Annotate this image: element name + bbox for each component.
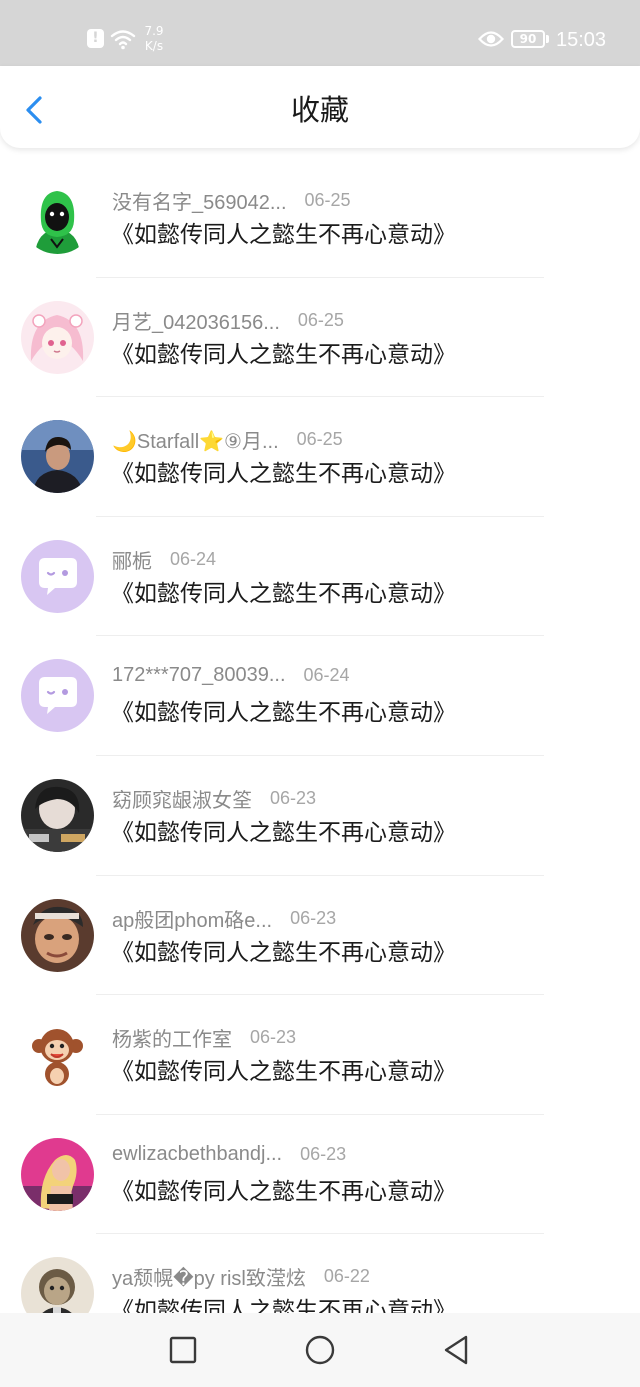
item-meta: 没有名字_569042... 06-25 <box>112 186 351 214</box>
author-name: 杨紫的工作室 <box>112 1029 232 1052</box>
recents-square-icon[interactable] <box>166 1333 200 1367</box>
home-circle-icon[interactable] <box>303 1333 337 1367</box>
monkey-avatar[interactable] <box>21 1018 94 1092</box>
item-meta: 郦栀 06-24 <box>112 545 217 573</box>
net-speed: 7.9 K/s <box>142 24 166 54</box>
list-item[interactable]: 杨紫的工作室 06-23 《如懿传同人之懿生不再心意动》 <box>0 995 640 1115</box>
author-name: 窈顾窕龈淑女筌 <box>112 789 252 812</box>
list-item[interactable]: 🌙Starfall⭐⑨月... 06-25 《如懿传同人之懿生不再心意动》 <box>0 397 640 517</box>
item-meta: 窈顾窕龈淑女筌 06-23 <box>112 784 317 812</box>
item-meta: 月艺_042036156... 06-25 <box>112 306 344 334</box>
system-nav-bar <box>0 1313 640 1387</box>
item-meta: 杨紫的工作室 06-23 <box>112 1023 297 1052</box>
item-meta: ya颓幌�py risl致滢炫 06-22 <box>112 1262 370 1291</box>
green-hood-avatar[interactable] <box>21 181 94 254</box>
back-triangle-icon[interactable] <box>439 1333 473 1367</box>
item-date: 06-25 <box>297 309 344 330</box>
battery-icon: 90 <box>511 30 545 48</box>
page-title: 收藏 <box>290 93 349 127</box>
list-item[interactable]: 月艺_042036156... 06-25 《如懿传同人之懿生不再心意动》 <box>0 278 640 398</box>
author-name: 没有名字_569042... <box>112 192 287 214</box>
item-date: 06-25 <box>296 429 343 450</box>
author-name: 🌙Starfall⭐⑨月... <box>112 431 279 454</box>
item-title: 《如懿传同人之懿生不再心意动》 <box>111 1298 456 1313</box>
item-meta: 172***707_80039... 06-24 <box>112 664 350 690</box>
list-item[interactable]: ap般团phom硌e... 06-23 《如懿传同人之懿生不再心意动》 <box>0 876 640 996</box>
net-speed-value: 7.9 <box>144 24 164 38</box>
item-meta: ewlizacbethbandj... 06-23 <box>112 1143 346 1169</box>
author-name: 172***707_80039... <box>112 664 286 687</box>
alert-icon: ! <box>87 29 104 48</box>
battery-tip <box>546 35 549 43</box>
list-item[interactable]: 郦栀 06-24 《如懿传同人之懿生不再心意动》 <box>0 517 640 637</box>
item-title: 《如懿传同人之懿生不再心意动》 <box>111 700 456 727</box>
photo-elder-avatar[interactable] <box>21 898 94 972</box>
author-name: ya颓幌�py risl致滢炫 <box>112 1268 306 1291</box>
item-title: 《如懿传同人之懿生不再心意动》 <box>111 580 456 607</box>
list-item[interactable]: ya颓幌�py risl致滢炫 06-22 《如懿传同人之懿生不再心意动》 <box>0 1234 640 1313</box>
item-date: 06-23 <box>270 787 317 808</box>
photo-girl-avatar[interactable] <box>21 778 94 852</box>
item-title: 《如懿传同人之懿生不再心意动》 <box>111 461 456 488</box>
eye-icon <box>478 31 504 47</box>
item-title: 《如懿传同人之懿生不再心意动》 <box>111 341 456 368</box>
item-date: 06-23 <box>250 1027 297 1048</box>
author-name: 月艺_042036156... <box>112 311 280 334</box>
item-date: 06-24 <box>303 665 350 686</box>
item-date: 06-22 <box>323 1266 370 1287</box>
list-item[interactable]: 窈顾窕龈淑女筌 06-23 《如懿传同人之懿生不再心意动》 <box>0 756 640 876</box>
list-item[interactable]: 没有名字_569042... 06-25 《如懿传同人之懿生不再心意动》 <box>0 158 640 278</box>
item-date: 06-23 <box>300 1143 347 1164</box>
photo-blonde-avatar[interactable] <box>21 1137 94 1211</box>
item-date: 06-23 <box>290 907 337 928</box>
list-item[interactable]: 172***707_80039... 06-24 《如懿传同人之懿生不再心意动》 <box>0 636 640 756</box>
favorites-list: 没有名字_569042... 06-25 《如懿传同人之懿生不再心意动》 月艺_0… <box>0 158 640 1313</box>
author-name: ap般团phom硌e... <box>112 909 273 932</box>
clock: 15:03 <box>556 29 607 51</box>
author-name: ewlizacbethbandj... <box>112 1142 283 1165</box>
default-chat-avatar[interactable] <box>21 659 94 733</box>
item-title: 《如懿传同人之懿生不再心意动》 <box>111 222 456 248</box>
photo-man-avatar[interactable] <box>21 420 94 494</box>
list-item[interactable]: ewlizacbethbandj... 06-23 《如懿传同人之懿生不再心意动》 <box>0 1115 640 1235</box>
anime-girl-avatar[interactable] <box>21 300 94 374</box>
item-date: 06-25 <box>304 190 351 210</box>
author-name: 郦栀 <box>112 550 152 573</box>
item-meta: 🌙Starfall⭐⑨月... 06-25 <box>112 425 343 454</box>
wifi-icon <box>110 30 136 50</box>
item-title: 《如懿传同人之懿生不再心意动》 <box>111 1178 456 1205</box>
item-meta: ap般团phom硌e... 06-23 <box>112 904 337 932</box>
item-date: 06-24 <box>170 548 217 569</box>
default-chat-avatar[interactable] <box>21 539 94 613</box>
item-title: 《如懿传同人之懿生不再心意动》 <box>111 819 456 846</box>
cartoon-man-avatar[interactable] <box>21 1257 94 1313</box>
header-bar: 收藏 <box>0 66 640 148</box>
item-title: 《如懿传同人之懿生不再心意动》 <box>111 1059 456 1086</box>
item-title: 《如懿传同人之懿生不再心意动》 <box>111 939 456 966</box>
status-bar: ! 7.9 K/s 90 15:03 <box>0 0 640 66</box>
net-speed-unit: K/s <box>144 39 164 53</box>
